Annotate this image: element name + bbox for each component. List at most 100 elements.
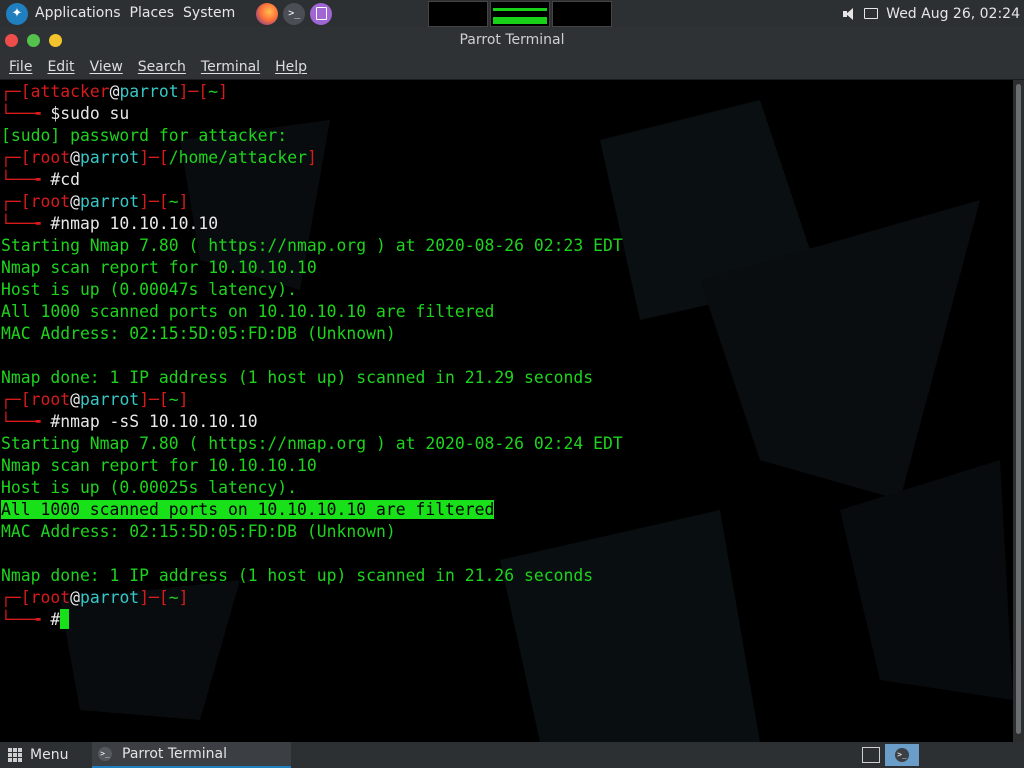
prompt-user: root — [30, 148, 71, 167]
cpu-monitor — [428, 1, 488, 27]
command-text: sudo su — [60, 104, 130, 123]
output-text: All 1000 scanned ports on 10.10.10.10 ar… — [1, 302, 495, 321]
menu-button[interactable]: Menu — [8, 742, 68, 768]
taskbar-item-terminal[interactable]: >_ Parrot Terminal — [92, 742, 291, 768]
output-line: Nmap scan report for 10.10.10.10 — [1, 455, 623, 477]
output-line: Nmap done: 1 IP address (1 host up) scan… — [1, 367, 623, 389]
menu-button-label: Menu — [30, 747, 69, 763]
firefox-launcher-icon[interactable] — [256, 2, 279, 25]
menu-terminal[interactable]: Terminal — [193, 59, 267, 75]
menu-file[interactable]: File — [1, 59, 39, 75]
output-text: MAC Address: 02:15:5D:05:FD:DB (Unknown) — [1, 324, 396, 343]
places-menu[interactable]: Places — [130, 0, 184, 27]
command-line: └──╼ #nmap -sS 10.10.10.10 — [1, 412, 258, 431]
prompt-host: parrot — [79, 192, 140, 211]
output-line: MAC Address: 02:15:5D:05:FD:DB (Unknown) — [1, 521, 623, 543]
output-line: [sudo] password for attacker: — [1, 125, 623, 147]
prompt-dir: ~ — [168, 588, 179, 607]
output-text: [sudo] password for attacker: — [1, 126, 288, 145]
output-line: Starting Nmap 7.80 ( https://nmap.org ) … — [1, 433, 623, 455]
window-titlebar[interactable]: Parrot Terminal — [0, 27, 1024, 54]
output-line: All 1000 scanned ports on 10.10.10.10 ar… — [1, 499, 623, 521]
prompt-symbol: # — [50, 412, 61, 431]
prompt-line: ┌─[root@parrot]─[/home/attacker] — [1, 148, 317, 167]
prompt-dir: ~ — [208, 82, 219, 101]
taskbar-item-label: Parrot Terminal — [122, 746, 228, 762]
output-line: Nmap scan report for 10.10.10.10 — [1, 257, 623, 279]
workspace-terminal-icon: >_ — [895, 748, 909, 762]
bottom-panel: Menu >_ Parrot Terminal >_ — [0, 742, 1024, 768]
top-panel: ✦ Applications Places System >_ Wed Aug … — [0, 0, 1024, 27]
network-monitor — [552, 1, 612, 27]
volume-icon[interactable] — [842, 7, 856, 21]
command-text: cd — [60, 170, 80, 189]
text-cursor — [60, 609, 70, 629]
prompt-symbol: # — [50, 170, 61, 189]
output-line: MAC Address: 02:15:5D:05:FD:DB (Unknown) — [1, 323, 623, 345]
prompt-user: attacker — [30, 82, 110, 101]
apps-grid-icon — [8, 748, 22, 762]
output-text: Starting Nmap 7.80 ( https://nmap.org ) … — [1, 434, 623, 453]
output-text: Nmap scan report for 10.10.10.10 — [1, 258, 317, 277]
menu-search[interactable]: Search — [130, 59, 193, 75]
text-editor-launcher-icon[interactable] — [310, 2, 333, 25]
prompt-line: ┌─[root@parrot]─[~] — [1, 192, 189, 211]
system-menu[interactable]: System — [183, 0, 244, 27]
prompt-line: ┌─[attacker@parrot]─[~] — [1, 82, 229, 101]
command-line: └──╼ #cd — [1, 170, 80, 189]
window-title: Parrot Terminal — [459, 32, 565, 48]
prompt-dir: ~ — [168, 390, 179, 409]
output-text: Host is up (0.00025s latency). — [1, 478, 298, 497]
parrot-logo-icon[interactable]: ✦ — [6, 2, 28, 25]
prompt-line: ┌─[root@parrot]─[~] — [1, 588, 189, 607]
output-text: Starting Nmap 7.80 ( https://nmap.org ) … — [1, 236, 623, 255]
terminal-output: ┌─[attacker@parrot]─[~] └──╼ $sudo su [sud… — [1, 81, 623, 631]
terminal-menubar: File Edit View Search Terminal Help — [0, 54, 1024, 80]
prompt-user: root — [30, 192, 71, 211]
memory-monitor — [490, 1, 550, 27]
command-line: └──╼ #nmap 10.10.10.10 — [1, 214, 219, 233]
output-line: All 1000 scanned ports on 10.10.10.10 ar… — [1, 301, 623, 323]
prompt-host: parrot — [79, 588, 140, 607]
prompt-user: root — [30, 588, 71, 607]
output-text: Nmap scan report for 10.10.10.10 — [1, 456, 317, 475]
terminal-area[interactable]: ┌─[attacker@parrot]─[~] └──╼ $sudo su [sud… — [0, 80, 1013, 742]
terminal-task-icon: >_ — [98, 747, 112, 761]
workspace-switcher[interactable]: >_ — [885, 744, 919, 766]
menu-help[interactable]: Help — [267, 59, 314, 75]
command-text: nmap 10.10.10.10 — [60, 214, 219, 233]
output-text: MAC Address: 02:15:5D:05:FD:DB (Unknown) — [1, 522, 396, 541]
prompt-user: root — [30, 390, 71, 409]
highlighted-output: All 1000 scanned ports on 10.10.10.10 ar… — [1, 500, 495, 519]
prompt-host: parrot — [79, 390, 140, 409]
clock[interactable]: Wed Aug 26, 02:24 — [886, 6, 1020, 22]
command-text: nmap -sS 10.10.10.10 — [60, 412, 258, 431]
output-line: Starting Nmap 7.80 ( https://nmap.org ) … — [1, 235, 623, 257]
menu-view[interactable]: View — [82, 59, 130, 75]
output-text: Nmap done: 1 IP address (1 host up) scan… — [1, 566, 594, 585]
terminal-launcher-icon[interactable]: >_ — [283, 2, 306, 25]
output-line: Host is up (0.00025s latency). — [1, 477, 623, 499]
applications-menu[interactable]: Applications — [35, 0, 130, 27]
menu-edit[interactable]: Edit — [39, 59, 81, 75]
network-tray-icon[interactable] — [862, 747, 880, 763]
output-text: Nmap done: 1 IP address (1 host up) scan… — [1, 368, 594, 387]
prompt-line: ┌─[root@parrot]─[~] — [1, 390, 189, 409]
prompt-dir: /home/attacker — [168, 148, 307, 167]
command-line: └──╼ # — [1, 609, 623, 631]
prompt-dir: ~ — [168, 192, 179, 211]
prompt-symbol: # — [50, 610, 61, 629]
scrollbar-thumb[interactable] — [1016, 84, 1021, 734]
prompt-host: parrot — [119, 82, 179, 101]
terminal-scrollbar[interactable] — [1013, 80, 1024, 742]
prompt-host: parrot — [79, 148, 140, 167]
system-monitors — [428, 1, 612, 27]
output-line: Nmap done: 1 IP address (1 host up) scan… — [1, 565, 623, 587]
output-text: Host is up (0.00047s latency). — [1, 280, 298, 299]
display-icon[interactable] — [864, 8, 879, 19]
prompt-symbol: $ — [50, 104, 61, 123]
prompt-symbol: # — [50, 214, 61, 233]
command-line: └──╼ $sudo su — [1, 104, 130, 123]
